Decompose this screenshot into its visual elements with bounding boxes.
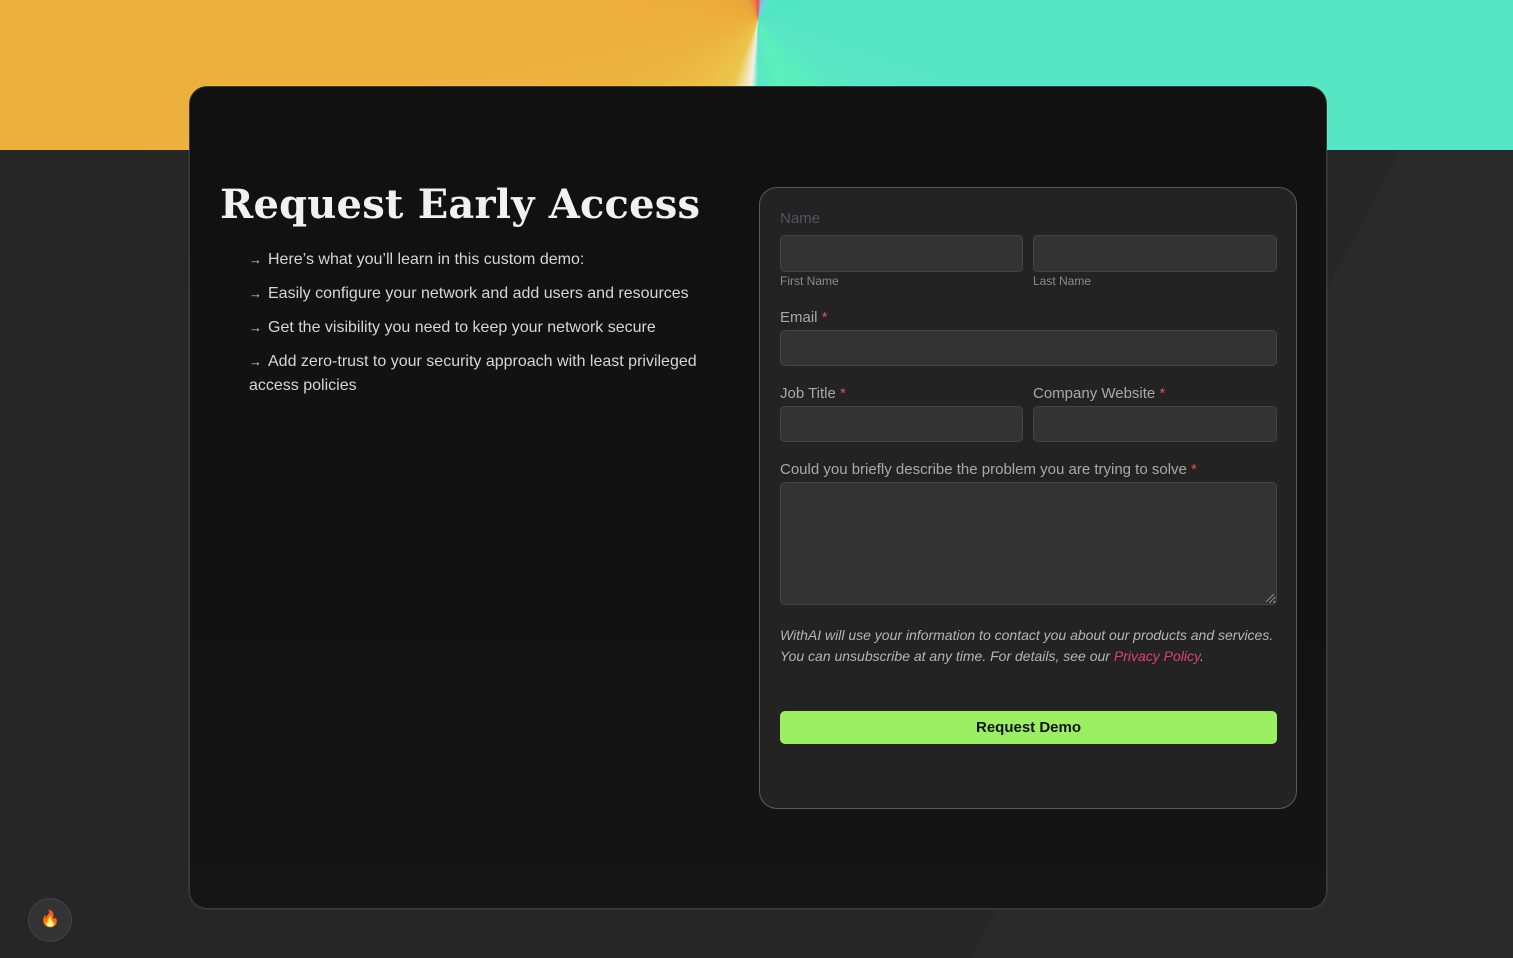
last-name-field[interactable]: [1033, 235, 1277, 272]
last-name-sublabel: Last Name: [1033, 274, 1092, 288]
list-item: → Easily configure your network and add u…: [249, 282, 749, 306]
list-item-text: Easily configure your network and add us…: [268, 285, 689, 302]
problem-label-text: Could you briefly describe the problem y…: [780, 461, 1187, 478]
name-label: Name: [780, 210, 821, 227]
fire-icon: 🔥: [40, 911, 60, 928]
company-website-label: Company Website *: [1033, 385, 1165, 402]
privacy-disclaimer: WithAI will use your information to cont…: [780, 625, 1280, 667]
page-title: Request Early Access: [220, 181, 701, 228]
email-label-text: Email: [780, 309, 818, 326]
floating-action-button[interactable]: 🔥: [28, 898, 72, 942]
email-label: Email *: [780, 309, 828, 326]
disclaimer-end: .: [1199, 648, 1204, 664]
first-name-sublabel: First Name: [780, 274, 839, 288]
list-item-text: Add zero-trust to your security approach…: [249, 353, 697, 394]
first-name-field[interactable]: [780, 235, 1023, 272]
company-website-field[interactable]: [1033, 406, 1277, 442]
job-title-field[interactable]: [780, 406, 1023, 442]
job-title-label: Job Title *: [780, 385, 846, 402]
job-title-label-text: Job Title: [780, 385, 836, 402]
email-field[interactable]: [780, 330, 1277, 366]
required-marker: *: [1191, 461, 1197, 478]
request-demo-button[interactable]: Request Demo: [780, 711, 1277, 744]
problem-label: Could you briefly describe the problem y…: [780, 461, 1197, 478]
required-marker: *: [1159, 385, 1166, 402]
list-item: → Get the visibility you need to keep you…: [249, 316, 749, 340]
arrow-right-icon: →: [249, 252, 262, 267]
privacy-policy-link[interactable]: Privacy Policy: [1114, 648, 1200, 664]
list-item-text: Here’s what you’ll learn in this custom …: [268, 251, 585, 268]
arrow-right-icon: →: [249, 320, 262, 335]
company-website-label-text: Company Website: [1033, 385, 1156, 402]
list-item: → Add zero-trust to your security approac…: [249, 350, 749, 398]
problem-description-textarea[interactable]: [780, 482, 1277, 605]
resize-handle-icon[interactable]: [1266, 594, 1274, 602]
list-item-text: Get the visibility you need to keep your…: [268, 319, 656, 336]
required-marker: *: [840, 385, 846, 402]
arrow-right-icon: →: [249, 286, 262, 301]
required-marker: *: [821, 309, 828, 326]
arrow-right-icon: →: [249, 354, 262, 369]
list-item: → Here’s what you’ll learn in this custom…: [249, 248, 749, 272]
benefits-list: → Here’s what you’ll learn in this custom…: [249, 248, 749, 408]
